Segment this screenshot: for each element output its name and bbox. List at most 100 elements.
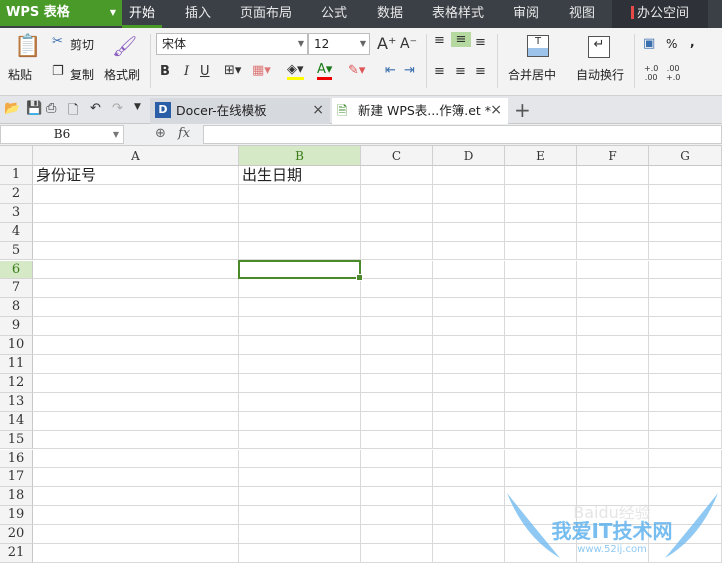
column-header-G[interactable]: G <box>649 146 722 166</box>
cell-F19[interactable] <box>577 506 649 526</box>
cell-C13[interactable] <box>361 392 433 412</box>
cell-E2[interactable] <box>505 184 577 204</box>
cell-C1[interactable] <box>361 166 433 185</box>
cell-D3[interactable] <box>433 203 505 223</box>
cell-C19[interactable] <box>361 506 433 526</box>
fill-color-icon[interactable]: ◈▾ <box>287 62 304 80</box>
row-header-2[interactable]: 2 <box>0 184 33 204</box>
print-icon[interactable]: ⎙ <box>46 101 56 116</box>
cell-C9[interactable] <box>361 317 433 337</box>
print-preview-icon[interactable]: 🗋 <box>68 101 78 123</box>
cell-D20[interactable] <box>433 525 505 544</box>
column-header-F[interactable]: F <box>577 146 649 166</box>
cell-F18[interactable] <box>577 487 649 507</box>
cell-B17[interactable] <box>239 468 361 488</box>
paste-button[interactable]: 粘贴 <box>8 66 32 83</box>
close-icon[interactable]: × <box>312 98 324 123</box>
cell-C15[interactable] <box>361 430 433 450</box>
cell-B21[interactable] <box>239 544 361 563</box>
cell-C7[interactable] <box>361 279 433 299</box>
cell-A15[interactable] <box>33 430 239 450</box>
row-header-19[interactable]: 19 <box>0 506 33 526</box>
cell-A18[interactable] <box>33 487 239 507</box>
cell-A19[interactable] <box>33 506 239 526</box>
cell-E11[interactable] <box>505 355 577 374</box>
increase-decimal-icon[interactable]: +.0.00 <box>644 64 658 82</box>
cell-C3[interactable] <box>361 203 433 223</box>
cell-C10[interactable] <box>361 336 433 355</box>
clear-format-icon[interactable]: ✎▾ <box>348 63 365 78</box>
cell-C18[interactable] <box>361 487 433 507</box>
cell-A8[interactable] <box>33 298 239 318</box>
cell-A1[interactable]: 身份证号 <box>33 166 239 185</box>
copy-button[interactable]: 复制 <box>70 66 94 83</box>
cell-B16[interactable] <box>239 449 361 469</box>
tab-table-style[interactable]: 表格样式 <box>424 0 492 28</box>
cell-C11[interactable] <box>361 355 433 374</box>
select-all-corner[interactable] <box>0 146 33 166</box>
app-menu-button[interactable]: WPS 表格 ▼ <box>0 0 122 26</box>
cell-A2[interactable] <box>33 184 239 204</box>
tab-office-space[interactable]: 办公空间 <box>612 0 708 28</box>
increase-font-icon[interactable]: A⁺ <box>377 34 396 53</box>
cell-D4[interactable] <box>433 222 505 242</box>
cell-G1[interactable] <box>649 166 722 185</box>
column-header-D[interactable]: D <box>433 146 505 166</box>
cell-B7[interactable] <box>239 279 361 299</box>
increase-indent-icon[interactable]: ⇥ <box>404 63 415 78</box>
cell-C6[interactable] <box>361 260 433 280</box>
row-header-11[interactable]: 11 <box>0 355 33 374</box>
zoom-lookup-icon[interactable]: ⊕ <box>155 126 166 141</box>
cell-B2[interactable] <box>239 184 361 204</box>
cell-A9[interactable] <box>33 317 239 337</box>
column-header-B[interactable]: B <box>239 146 361 166</box>
row-header-15[interactable]: 15 <box>0 430 33 450</box>
cell-D14[interactable] <box>433 411 505 431</box>
tab-workbook[interactable]: 🗎 新建 WPS表...作簿.et * × <box>332 98 508 124</box>
cell-E8[interactable] <box>505 298 577 318</box>
cell-F9[interactable] <box>577 317 649 337</box>
border-icon[interactable]: ⊞▾ <box>224 63 241 78</box>
cell-C21[interactable] <box>361 544 433 563</box>
cell-D16[interactable] <box>433 449 505 469</box>
row-header-14[interactable]: 14 <box>0 411 33 431</box>
align-middle-icon[interactable]: ≡ <box>451 32 471 47</box>
open-icon[interactable]: 📂 <box>4 101 20 116</box>
comma-button[interactable]: , <box>690 35 695 49</box>
cell-E15[interactable] <box>505 430 577 450</box>
row-header-16[interactable]: 16 <box>0 449 33 469</box>
cell-B13[interactable] <box>239 392 361 412</box>
cut-button[interactable]: 剪切 <box>70 36 94 53</box>
cell-G4[interactable] <box>649 222 722 242</box>
row-header-5[interactable]: 5 <box>0 241 33 261</box>
cell-G3[interactable] <box>649 203 722 223</box>
decrease-indent-icon[interactable]: ⇤ <box>385 63 396 78</box>
cell-E1[interactable] <box>505 166 577 185</box>
cell-G5[interactable] <box>649 241 722 261</box>
italic-icon[interactable]: I <box>184 64 189 79</box>
cell-G17[interactable] <box>649 468 722 488</box>
cell-F15[interactable] <box>577 430 649 450</box>
cell-E9[interactable] <box>505 317 577 337</box>
cell-F4[interactable] <box>577 222 649 242</box>
font-color-icon[interactable]: A▾ <box>317 62 333 80</box>
cell-G20[interactable] <box>649 525 722 544</box>
cell-C12[interactable] <box>361 373 433 393</box>
cell-E21[interactable] <box>505 544 577 563</box>
tab-data[interactable]: 数据 <box>368 0 412 28</box>
cell-G18[interactable] <box>649 487 722 507</box>
cell-E5[interactable] <box>505 241 577 261</box>
row-header-12[interactable]: 12 <box>0 373 33 393</box>
tab-page-layout[interactable]: 页面布局 <box>234 0 298 28</box>
cell-style-icon[interactable]: ▦▾ <box>252 63 271 78</box>
cell-B4[interactable] <box>239 222 361 242</box>
cell-F16[interactable] <box>577 449 649 469</box>
percent-button[interactable]: % <box>666 37 677 51</box>
row-header-20[interactable]: 20 <box>0 525 33 544</box>
paste-icon[interactable]: 📋 <box>14 34 41 59</box>
cell-G7[interactable] <box>649 279 722 299</box>
cell-D9[interactable] <box>433 317 505 337</box>
bold-icon[interactable]: B <box>160 64 170 79</box>
cell-F20[interactable] <box>577 525 649 544</box>
cell-E12[interactable] <box>505 373 577 393</box>
